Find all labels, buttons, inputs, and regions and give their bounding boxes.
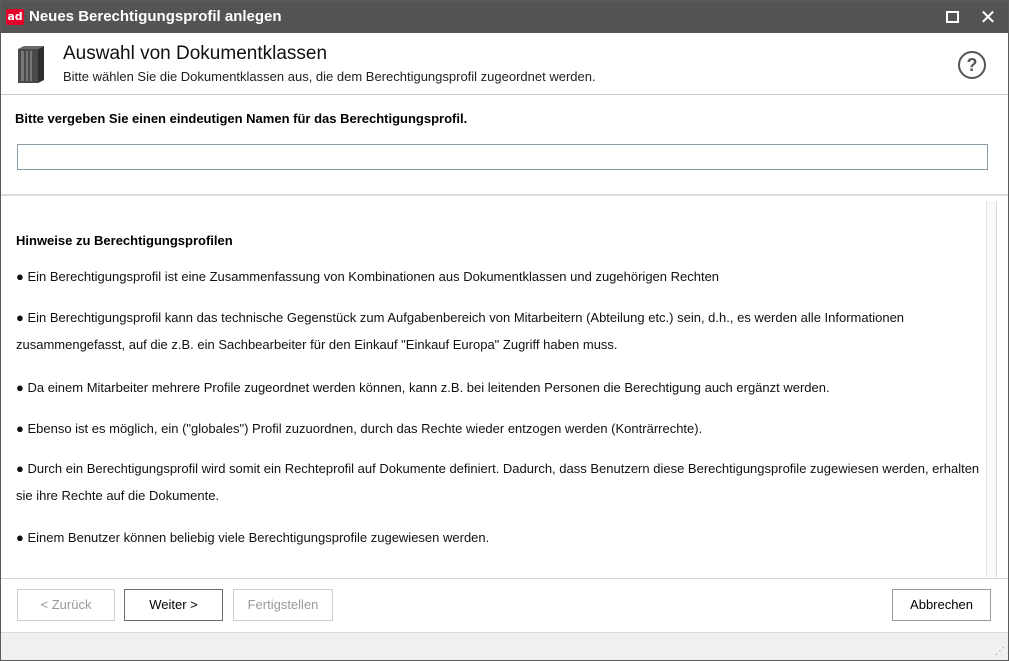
title-bar: ad Neues Berechtigungsprofil anlegen ✕ — [1, 1, 1008, 33]
note-item: ● Einem Benutzer können beliebig viele B… — [16, 530, 490, 545]
page-title: Auswahl von Dokumentklassen — [63, 43, 328, 64]
close-icon: ✕ — [979, 5, 997, 29]
app-logo-icon: ad — [6, 9, 24, 25]
page-subtitle: Bitte wählen Sie die Dokumentklassen aus… — [63, 69, 596, 84]
notes-scrollbar[interactable] — [986, 201, 996, 577]
maximize-icon — [945, 11, 959, 23]
name-field-label: Bitte vergeben Sie einen eindeutigen Nam… — [15, 111, 468, 126]
window-title: Neues Berechtigungsprofil anlegen — [29, 8, 282, 25]
next-button[interactable]: Weiter > — [124, 589, 223, 621]
back-button[interactable]: < Zurück — [17, 589, 115, 621]
note-item: ● Ein Berechtigungsprofil ist eine Zusam… — [16, 269, 720, 284]
note-item: ● Da einem Mitarbeiter mehrere Profile z… — [16, 380, 830, 395]
wizard-header: Auswahl von Dokumentklassen Bitte wählen… — [1, 33, 1008, 95]
notes-panel: Hinweise zu Berechtigungsprofilen ● Ein … — [7, 201, 997, 577]
cancel-button[interactable]: Abbrechen — [892, 589, 991, 621]
finish-button[interactable]: Fertigstellen — [233, 589, 333, 621]
notes-title: Hinweise zu Berechtigungsprofilen — [16, 233, 233, 248]
book-icon — [18, 46, 44, 83]
resize-grip-icon[interactable]: ⋰ — [995, 646, 1005, 657]
note-item: ● Ebenso ist es möglich, ein ("globales"… — [16, 421, 703, 436]
profile-name-input[interactable] — [17, 144, 988, 170]
close-button[interactable]: ✕ — [970, 1, 1006, 33]
status-bar: ⋰ — [1, 632, 1008, 660]
wizard-footer: < Zurück Weiter > Fertigstellen Abbreche… — [1, 578, 1008, 632]
note-item: ● Ein Berechtigungsprofil kann das techn… — [16, 310, 905, 352]
help-icon[interactable]: ? — [958, 51, 986, 79]
name-section: Bitte vergeben Sie einen eindeutigen Nam… — [1, 96, 1008, 196]
note-item: ● Durch ein Berechtigungsprofil wird som… — [16, 461, 980, 503]
maximize-button[interactable] — [934, 1, 970, 33]
dialog-window: ad Neues Berechtigungsprofil anlegen ✕ A… — [0, 0, 1009, 661]
